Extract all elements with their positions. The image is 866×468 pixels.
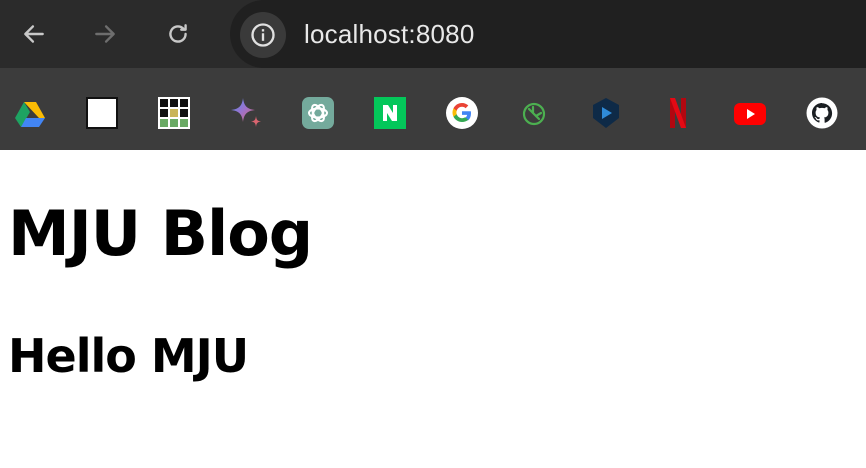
naver-icon [374,97,406,129]
page-subtitle: Hello MJU [8,329,249,383]
chatgpt-icon [302,97,334,129]
bookmark-gemini[interactable] [229,96,263,130]
bookmark-google-drive[interactable] [13,96,47,130]
youtube-icon [734,103,766,125]
site-info-button[interactable] [240,12,286,58]
bookmark-youtube[interactable] [733,96,767,130]
netflix-icon [670,98,686,128]
bookmark-netflix[interactable] [661,96,695,130]
back-button[interactable] [16,16,52,52]
address-bar[interactable]: localhost:8080 [230,0,866,68]
page-title: MJU Blog [8,197,313,270]
info-icon [251,23,275,47]
bookmark-shield-play[interactable] [589,96,623,130]
bookmark-chatgpt[interactable] [301,96,335,130]
browser-chrome: localhost:8080 [0,0,866,150]
grid-game-icon [158,97,190,129]
page-content: MJU Blog Hello MJU [0,150,866,468]
arrow-left-icon [24,25,44,43]
forward-button[interactable] [87,16,123,52]
arrow-right-icon [95,25,115,43]
bookmark-kkodeul[interactable] [85,96,119,130]
browser-toolbar: localhost:8080 [0,0,866,68]
url-text[interactable]: localhost:8080 [304,16,474,52]
bookmark-grid-game[interactable] [157,96,191,130]
google-drive-icon [15,102,45,127]
shield-play-icon [593,98,619,128]
bookmark-google[interactable] [445,96,479,130]
reload-button[interactable] [160,16,196,52]
bookmark-naver[interactable] [373,96,407,130]
github-icon [806,97,838,129]
gemini-icon [231,98,261,127]
bookmark-github[interactable] [805,96,839,130]
reload-icon [169,24,187,43]
bookmark-leaf[interactable] [517,96,551,130]
google-icon [446,97,478,129]
kkodeul-icon [86,97,118,129]
leaf-icon [522,102,546,126]
